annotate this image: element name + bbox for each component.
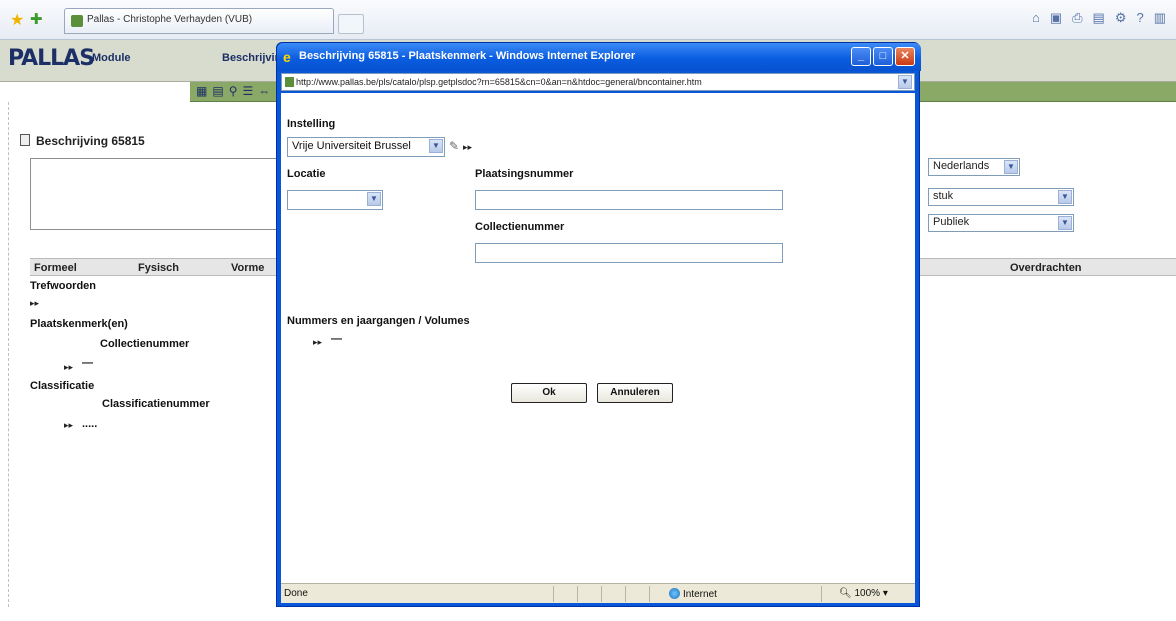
type-select[interactable]: stuk ▼ bbox=[928, 188, 1074, 206]
volumes-value: — bbox=[331, 333, 342, 345]
research-icon[interactable]: ▥ bbox=[1154, 10, 1166, 26]
zoom-control[interactable]: 🔍︎ 100% ▾ bbox=[839, 588, 888, 599]
page-favicon-icon bbox=[71, 15, 83, 27]
binoculars-icon[interactable]: ⚲ bbox=[229, 84, 238, 98]
chevron-down-icon[interactable]: ▼ bbox=[367, 192, 381, 206]
instelling-value: Vrije Universiteit Brussel bbox=[292, 140, 411, 152]
tools-icon[interactable]: ⚙ bbox=[1115, 10, 1127, 26]
instelling-label: Instelling bbox=[287, 118, 336, 130]
col-vorme[interactable]: Vorme bbox=[231, 262, 264, 274]
audience-value: Publiek bbox=[933, 216, 970, 228]
popup-content: Instelling Vrije Universiteit Brussel ▼ … bbox=[281, 93, 915, 583]
close-button[interactable]: ✕ bbox=[895, 47, 915, 66]
print-icon[interactable]: ⎙ bbox=[1072, 10, 1082, 26]
chevron-down-icon[interactable]: ▼ bbox=[1058, 190, 1072, 204]
zone-text: Internet bbox=[683, 589, 717, 600]
tree-plaatskenmerken: Plaatskenmerk(en) bbox=[30, 318, 128, 330]
col-formeel[interactable]: Formeel bbox=[34, 262, 77, 274]
add-favorites-icon[interactable]: ✚ bbox=[30, 10, 43, 28]
locatie-label: Locatie bbox=[287, 168, 326, 180]
page-favicon-icon bbox=[285, 77, 294, 87]
home-icon[interactable]: ⌂ bbox=[1032, 10, 1040, 26]
zoom-icon: 🔍︎ bbox=[839, 588, 852, 599]
url-text: http://www.pallas.be/pls/catalo/plsp.get… bbox=[296, 77, 702, 87]
status-divider bbox=[601, 586, 602, 602]
volumes-label: Nummers en jaargangen / Volumes bbox=[287, 315, 470, 327]
tab-title: Pallas - Christophe Verhayden (VUB) bbox=[87, 14, 253, 25]
tree-classificatie: Classificatie bbox=[30, 380, 95, 392]
command-bar: ⌂ ▣ ⎙ ▤ ⚙ ? ▥ bbox=[1032, 10, 1176, 26]
frame-divider bbox=[8, 102, 9, 607]
tree-collectienummer: Collectienummer bbox=[100, 338, 190, 350]
favorites-star-icon[interactable]: ★ bbox=[10, 10, 24, 30]
menu-icon[interactable]: ☰ bbox=[242, 84, 253, 98]
minimize-button[interactable]: _ bbox=[851, 47, 871, 66]
col-fysisch[interactable]: Fysisch bbox=[138, 262, 179, 274]
status-text: Done bbox=[284, 588, 308, 599]
globe-icon bbox=[669, 588, 680, 599]
tree-classificatie-value: ..... bbox=[82, 418, 98, 430]
window-controls: _ □ ✕ bbox=[851, 47, 915, 66]
language-value: Nederlands bbox=[933, 160, 990, 172]
tree-classificatienummer: Classificatienummer bbox=[102, 398, 210, 410]
chevron-down-icon[interactable]: ▼ bbox=[1004, 160, 1018, 174]
record-title: Beschrijving 65815 bbox=[36, 134, 145, 148]
new-tab-button[interactable] bbox=[338, 14, 364, 34]
locatie-select[interactable]: ▼ bbox=[287, 190, 383, 210]
expand-collectie-icon[interactable]: ▸▸ bbox=[64, 362, 73, 373]
chevron-down-icon[interactable]: ▾ bbox=[883, 588, 888, 599]
status-bar: Done Internet 🔍︎ 100% ▾ bbox=[281, 583, 915, 603]
tree-collectie-value: — bbox=[82, 357, 93, 369]
collectienummer-field[interactable] bbox=[475, 243, 783, 263]
popup-titlebar[interactable]: e Beschrijving 65815 - Plaatskenmerk - W… bbox=[277, 43, 921, 71]
popup-window: e Beschrijving 65815 - Plaatskenmerk - W… bbox=[276, 42, 921, 607]
next-icon[interactable]: ▸▸ bbox=[463, 142, 472, 153]
plaatsingsnummer-field[interactable] bbox=[475, 190, 783, 210]
document-icon bbox=[20, 134, 30, 146]
record-icon[interactable]: ▦ bbox=[196, 84, 207, 98]
chevron-down-icon[interactable]: ▼ bbox=[429, 139, 443, 153]
expand-volumes-icon[interactable]: ▸▸ bbox=[313, 337, 322, 348]
zoom-text: 100% bbox=[854, 588, 881, 599]
chevron-down-icon[interactable]: ▼ bbox=[1058, 216, 1072, 230]
menu-module[interactable]: Module bbox=[92, 52, 131, 64]
status-divider bbox=[625, 586, 626, 602]
ok-button[interactable]: Ok bbox=[511, 383, 587, 403]
page-icon[interactable]: ▤ bbox=[1093, 10, 1105, 26]
cancel-button[interactable]: Annuleren bbox=[597, 383, 673, 403]
language-select[interactable]: Nederlands ▼ bbox=[928, 158, 1020, 176]
edit-icon[interactable]: ✎ bbox=[449, 139, 459, 153]
security-zone[interactable]: Internet bbox=[669, 588, 717, 600]
status-divider bbox=[649, 586, 650, 602]
chevron-down-icon[interactable]: ▼ bbox=[898, 75, 912, 89]
collectienummer-label: Collectienummer bbox=[475, 221, 565, 233]
browser-toolbar: ★ ✚ Pallas - Christophe Verhayden (VUB) … bbox=[0, 0, 1176, 40]
status-divider bbox=[821, 586, 822, 602]
popup-title: Beschrijving 65815 - Plaatskenmerk - Win… bbox=[299, 50, 636, 62]
status-divider bbox=[553, 586, 554, 602]
col-overdrachten[interactable]: Overdrachten bbox=[1010, 262, 1082, 274]
link-icon[interactable]: ⇔ bbox=[258, 84, 270, 98]
pallas-logo: PALLAS bbox=[8, 46, 95, 71]
instelling-select[interactable]: Vrije Universiteit Brussel ▼ bbox=[287, 137, 445, 157]
expand-classificatie-icon[interactable]: ▸▸ bbox=[64, 420, 73, 431]
status-divider bbox=[577, 586, 578, 602]
address-bar[interactable]: http://www.pallas.be/pls/catalo/plsp.get… bbox=[281, 73, 915, 91]
maximize-button[interactable]: □ bbox=[873, 47, 893, 66]
ie-icon: e bbox=[283, 49, 291, 65]
tree-trefwoorden: Trefwoorden bbox=[30, 280, 97, 292]
record-textarea[interactable] bbox=[30, 158, 278, 230]
plaatsingsnummer-label: Plaatsingsnummer bbox=[475, 168, 574, 180]
audience-select[interactable]: Publiek ▼ bbox=[928, 214, 1074, 232]
type-value: stuk bbox=[933, 190, 954, 202]
help-icon[interactable]: ? bbox=[1136, 10, 1143, 26]
browser-tab[interactable]: Pallas - Christophe Verhayden (VUB) bbox=[64, 8, 334, 34]
list-icon[interactable]: ▤ bbox=[212, 84, 223, 98]
expand-trefwoorden-icon[interactable]: ▸▸ bbox=[30, 298, 39, 309]
feeds-icon[interactable]: ▣ bbox=[1050, 10, 1062, 26]
